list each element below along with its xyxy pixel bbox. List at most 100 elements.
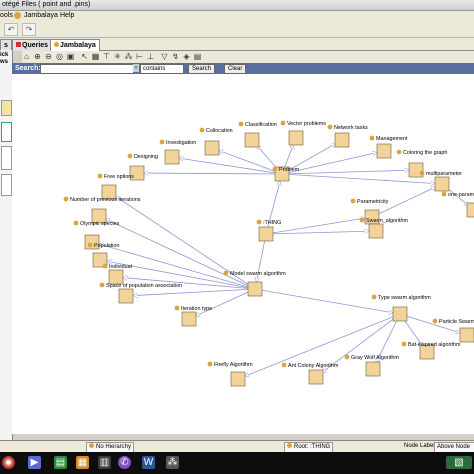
graph-node-individual[interactable]: Individual	[102, 263, 132, 285]
graph-node-box-network[interactable]	[334, 132, 350, 148]
graph-edge-problem-collocation[interactable]	[219, 151, 283, 175]
search-mode-select[interactable]: contains	[140, 64, 184, 74]
clear-button[interactable]: Clear	[224, 64, 247, 74]
menu-jambalaya[interactable]: Jambalaya	[24, 11, 58, 21]
undo-icon[interactable]: ↶	[4, 23, 18, 36]
home-icon[interactable]: ⌂	[22, 52, 31, 61]
graph-node-box-classification[interactable]	[244, 132, 260, 148]
graph-node-box-space[interactable]	[118, 288, 134, 304]
left-panel-label: ick ws	[0, 52, 9, 65]
graph-node-free[interactable]: Free options	[97, 173, 135, 200]
arc-type-icon[interactable]: ↯	[171, 52, 180, 61]
zoom-in-icon[interactable]: ⊕	[33, 52, 42, 61]
folder-icon[interactable]: ▤	[54, 456, 67, 469]
graph-node-space[interactable]: Space of population association	[99, 282, 183, 304]
graph-node-typeswarm[interactable]: Type swarm algorithm	[371, 294, 432, 322]
photos-icon[interactable]: ▧	[446, 456, 472, 469]
class-icon	[272, 166, 278, 172]
fit-icon[interactable]: ▣	[66, 52, 75, 61]
search-button[interactable]: Search	[188, 64, 216, 74]
word-icon[interactable]: W	[142, 456, 155, 469]
graph-node-swarm[interactable]: Swarm_algorithm	[359, 217, 409, 239]
graph-edge-problem-investigation[interactable]	[180, 158, 283, 175]
graph-node-gwo[interactable]: Gray Wolf Algorithm	[344, 354, 400, 377]
grid-layout-icon[interactable]: ▦	[91, 52, 100, 61]
graph-node-thing[interactable]: :THING	[256, 219, 282, 242]
terminal-icon[interactable]: ▦	[76, 456, 89, 469]
graph-canvas[interactable]: :THING Problem Collocation Investigation Cla…	[12, 74, 474, 434]
graph-node-box-itertype[interactable]	[181, 311, 197, 327]
select-icon[interactable]: ↖	[80, 52, 89, 61]
horizontal-tree-icon[interactable]: ⊢	[135, 52, 144, 61]
color-legend-icon[interactable]: ▤	[193, 52, 202, 61]
class-icon	[223, 270, 229, 276]
focus-icon[interactable]: ◎	[55, 52, 64, 61]
view-thumbnail-3[interactable]	[1, 146, 12, 170]
class-icon	[102, 263, 108, 269]
view-thumbnail-1[interactable]	[1, 100, 12, 116]
graph-edge-model-iterations[interactable]	[106, 219, 256, 290]
graph-edge-problem-coloring[interactable]	[281, 170, 408, 175]
menu-tools[interactable]: ools	[0, 11, 13, 21]
graph-node-iterations[interactable]: Number of previous iterations	[63, 196, 141, 224]
menu-help[interactable]: Help	[60, 11, 74, 21]
graph-node-investigation[interactable]: Investigation	[159, 139, 197, 165]
graph-edge-model-space[interactable]	[134, 288, 256, 296]
tab-queries[interactable]: Queries	[12, 39, 53, 51]
graph-node-box-oneparam[interactable]	[466, 202, 474, 218]
class-icon	[73, 220, 79, 226]
class-icon	[281, 362, 287, 368]
graph-edge-thing-problem[interactable]	[265, 182, 280, 235]
media-player-icon[interactable]: ▶	[28, 456, 41, 469]
graph-node-model[interactable]: Model swarm algorithm	[223, 270, 287, 297]
search-input[interactable]	[40, 64, 134, 74]
spring-layout-icon[interactable]: ⁂	[124, 52, 133, 61]
tree-layout-icon[interactable]: ⊤	[102, 52, 111, 61]
graph-node-box-typeswarm[interactable]	[392, 306, 408, 322]
graph-node-vector[interactable]: Vector problems	[280, 120, 327, 146]
graph-node-bat[interactable]: Bat-inspired algorithm	[401, 341, 461, 360]
viber-icon[interactable]: ✆	[118, 456, 131, 469]
view-thumbnail-4[interactable]	[1, 174, 12, 196]
graph-node-network[interactable]: Network tasks	[327, 124, 369, 148]
redo-icon[interactable]: ↷	[22, 23, 36, 36]
chart-icon[interactable]: ▥	[98, 456, 111, 469]
radial-layout-icon[interactable]: ✳	[113, 52, 122, 61]
graph-edge-model-typeswarm[interactable]	[254, 288, 392, 313]
graph-node-box-management[interactable]	[376, 143, 392, 159]
graph-node-multiparam[interactable]: multiparameter	[419, 170, 463, 192]
vertical-tree-icon[interactable]: ⊥	[146, 52, 155, 61]
queries-tab-icon	[16, 42, 21, 47]
class-icon	[441, 191, 447, 197]
graph-node-itertype[interactable]: Iteration type	[174, 305, 213, 327]
graph-node-box-swarm[interactable]	[368, 223, 384, 239]
zoom-out-icon[interactable]: ⊖	[44, 52, 53, 61]
tab-jambalaya[interactable]: Jambalaya	[50, 39, 100, 51]
graph-node-box-thing[interactable]	[258, 226, 274, 242]
menu-bar: ools Jambalaya Help	[0, 11, 474, 21]
graph-node-box-multiparam[interactable]	[434, 176, 450, 192]
graph-node-box-collocation[interactable]	[204, 140, 220, 156]
search-options-icon[interactable]: ♦	[133, 64, 139, 72]
class-icon	[238, 121, 244, 127]
graph-node-box-aco[interactable]	[308, 369, 324, 385]
graph-node-box-investigation[interactable]	[164, 149, 180, 165]
graph-node-box-firefly[interactable]	[230, 371, 246, 387]
graph-node-aco[interactable]: Ant Colony Algorithm	[281, 362, 339, 385]
graph-edge-problem-designing[interactable]	[145, 173, 283, 174]
graph-node-collocation[interactable]: Collocation	[199, 127, 233, 156]
graph-node-box-pso[interactable]	[459, 327, 474, 343]
graph-node-firefly[interactable]: Firefly Algorithm	[207, 361, 254, 387]
graph-node-box-model[interactable]	[247, 281, 263, 297]
filter-icon[interactable]: ▽	[160, 52, 169, 61]
graph-node-box-gwo[interactable]	[365, 361, 381, 377]
graph-node-box-individual[interactable]	[108, 269, 124, 285]
graph-node-oneparam[interactable]: one-paramo	[441, 191, 474, 218]
node-type-icon[interactable]: ◈	[182, 52, 191, 61]
windows-start-icon[interactable]: ◉	[2, 456, 15, 469]
graph-svg[interactable]: :THING Problem Collocation Investigation Cla…	[12, 74, 474, 434]
view-thumbnail-2[interactable]	[1, 122, 12, 142]
graph-node-classification[interactable]: Classification	[238, 121, 277, 148]
graph-node-box-vector[interactable]	[288, 130, 304, 146]
network-icon[interactable]: ⁂	[166, 456, 179, 469]
